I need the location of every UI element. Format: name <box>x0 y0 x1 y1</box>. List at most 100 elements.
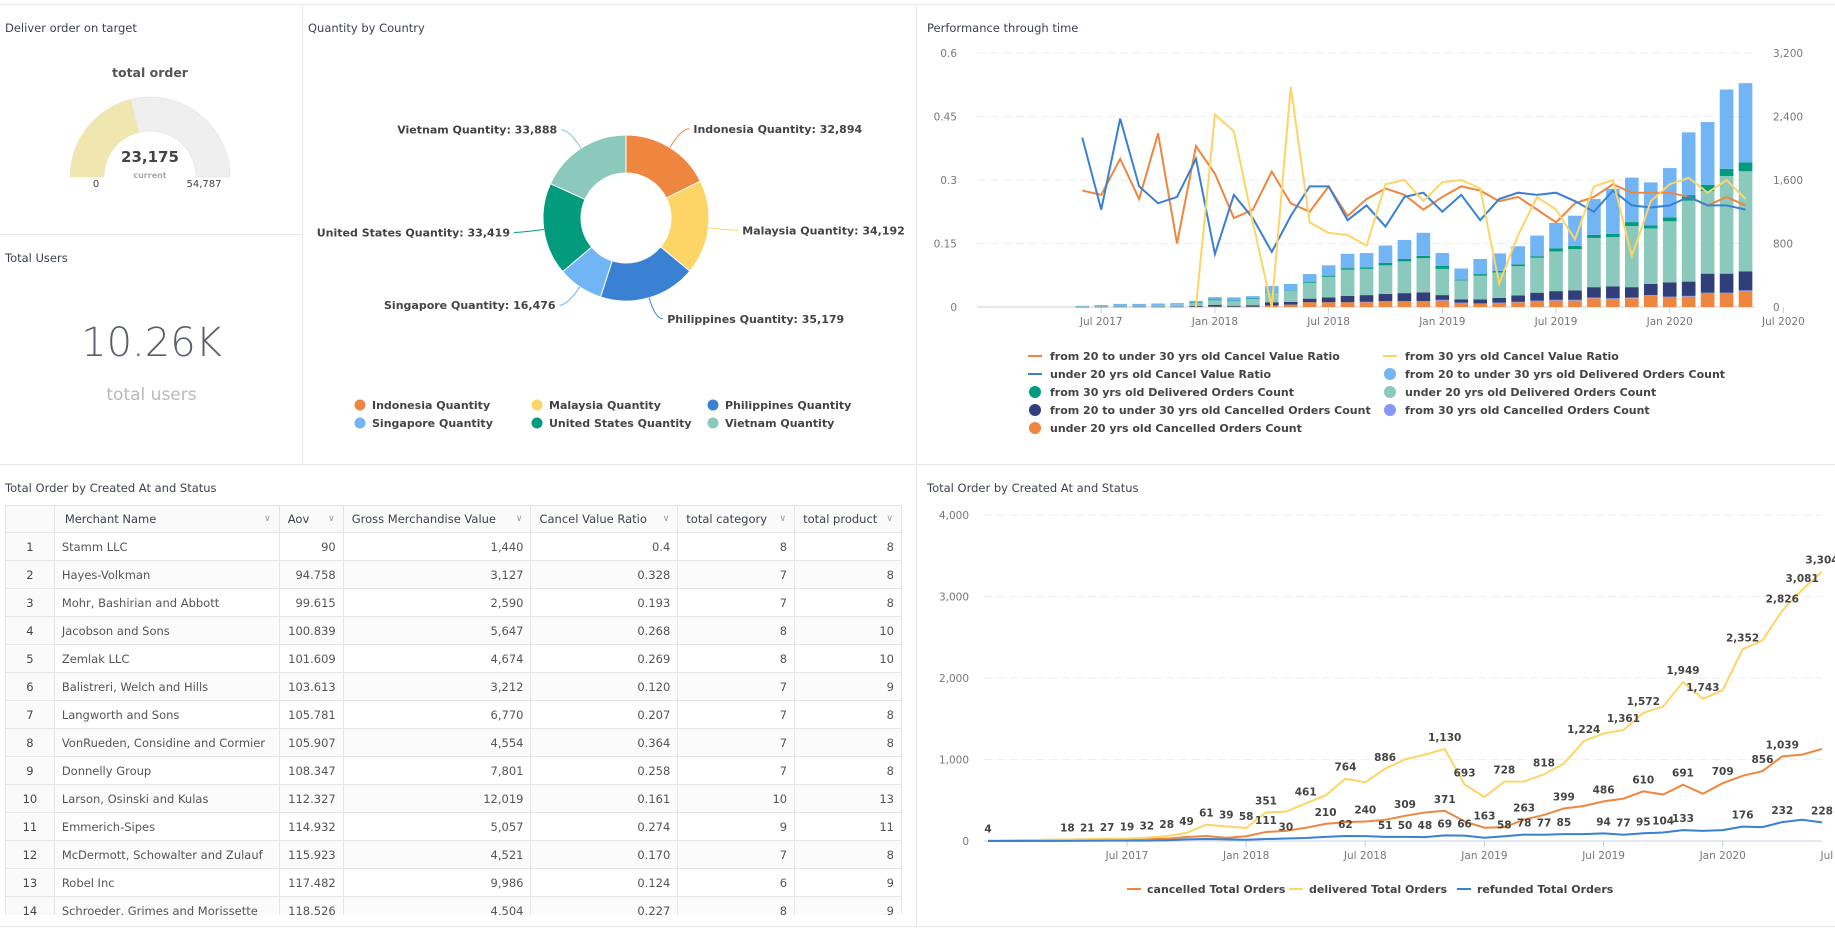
sort-chevron-icon[interactable]: ∨ <box>886 514 893 524</box>
data-label: 1,949 <box>1666 665 1699 677</box>
table-cell: 4,554 <box>342 728 532 757</box>
table-row[interactable]: 9 Donnelly Group 108.347 7,801 0.258 7 8 <box>5 756 902 785</box>
donut-data-label: Singapore Quantity: 16,476 <box>384 299 556 312</box>
sort-chevron-icon[interactable]: ∨ <box>328 514 335 524</box>
data-label: 111 <box>1255 815 1277 827</box>
table-cell: 4,674 <box>342 644 532 673</box>
bar-segment <box>1227 300 1241 302</box>
table-cell: 7 <box>677 728 796 757</box>
bar-segment <box>1606 233 1620 238</box>
table-row[interactable]: 13 Robel Inc 117.482 9,986 0.124 6 9 <box>5 868 902 897</box>
data-label: 49 <box>1179 816 1194 828</box>
bar-segment <box>1681 281 1696 296</box>
bar-segment <box>1511 266 1525 296</box>
row-index: 8 <box>5 728 55 757</box>
column-header[interactable]: Merchant Name ∨ <box>53 505 280 533</box>
column-header[interactable]: total product ∨ <box>794 505 902 533</box>
bar-segment <box>1681 200 1696 282</box>
bar-segment <box>1719 293 1734 307</box>
bar-segment <box>1435 295 1450 300</box>
data-label: 163 <box>1473 811 1495 823</box>
table-cell: 5,647 <box>342 616 532 645</box>
legend-label: Indonesia Quantity <box>372 399 490 412</box>
sort-chevron-icon[interactable]: ∨ <box>264 514 271 524</box>
table-row[interactable]: 10 Larson, Osinski and Kulas 112.327 12,019… <box>5 784 902 813</box>
bar-segment <box>1378 245 1393 263</box>
legend-label: from 30 yrs old Cancelled Orders Count <box>1405 404 1650 417</box>
bar-segment <box>1094 305 1109 306</box>
column-header[interactable]: Gross Merchandise Value ∨ <box>342 505 532 533</box>
data-label: 2,352 <box>1726 632 1759 644</box>
table-cell: Larson, Osinski and Kulas <box>53 784 280 813</box>
table-row[interactable]: 7 Langworth and Sons 105.781 6,770 0.207 7 8 <box>5 700 902 729</box>
bar-segment <box>1246 306 1260 308</box>
table-row[interactable]: 11 Emmerich-Sipes 114.932 5,057 0.274 9 11 <box>5 812 902 841</box>
table-row[interactable]: 4 Jacobson and Sons 100.839 5,647 0.268 8 10 <box>5 616 902 645</box>
gauge-sub-label: current <box>133 171 166 180</box>
column-header[interactable]: Aov ∨ <box>278 505 344 533</box>
row-index: 2 <box>5 560 55 589</box>
bar-segment <box>1511 302 1525 307</box>
bar-segment <box>1416 301 1431 302</box>
x-tick-label: Jul 2017 <box>1105 850 1149 862</box>
bar-segment <box>1700 273 1715 293</box>
table-cell: VonRueden, Considine and Cormier <box>53 728 280 757</box>
data-label: 19 <box>1120 822 1135 834</box>
data-label: 709 <box>1712 766 1734 778</box>
table-row[interactable]: 8 VonRueden, Considine and Cormier 105.907… <box>5 728 902 757</box>
total-users-panel: Total Users 10.26K total users <box>0 235 303 465</box>
data-label: 18 <box>1060 823 1075 835</box>
table-scroll-area[interactable]: Merchant Name ∨ Aov ∨ Gross Merchandise Valu… <box>5 505 902 915</box>
bar-segment <box>1397 261 1412 294</box>
table-row[interactable]: 2 Hayes-Volkman 94.758 3,127 0.328 7 8 <box>5 560 902 589</box>
legend-label: under 20 yrs old Delivered Orders Count <box>1405 386 1656 399</box>
x-tick-label: Jan 2018 <box>1191 316 1238 328</box>
x-tick-label: Jul 2020 <box>1761 316 1805 328</box>
legend-marker <box>1029 404 1041 416</box>
bar-segment <box>1473 299 1488 304</box>
bar-segment <box>1321 302 1336 307</box>
bar-segment <box>1264 292 1279 293</box>
sort-chevron-icon[interactable]: ∨ <box>663 514 670 524</box>
table-cell: Donnelly Group <box>53 756 280 785</box>
bar-segment <box>1340 295 1355 303</box>
table-cell: 8 <box>794 756 902 785</box>
row-index: 13 <box>5 868 55 897</box>
legend-label: under 20 yrs old Cancel Value Ratio <box>1050 368 1271 381</box>
bar-segment <box>1302 298 1317 303</box>
sort-chevron-icon[interactable]: ∨ <box>780 514 787 524</box>
table-row[interactable]: 5 Zemlak LLC 101.609 4,674 0.269 8 10 <box>5 644 902 673</box>
column-header[interactable]: Cancel Value Ratio ∨ <box>530 505 679 533</box>
table-cell: 2,590 <box>342 588 532 617</box>
bar-segment <box>1530 301 1544 307</box>
bar-segment <box>1416 292 1431 302</box>
table-cell: 115.923 <box>278 840 344 869</box>
bar-segment <box>1568 290 1582 300</box>
x-tick-label: Jul 2020 <box>1819 850 1835 862</box>
table-cell: 118.526 <box>278 896 344 915</box>
sort-chevron-icon[interactable]: ∨ <box>516 514 523 524</box>
table-row[interactable]: 1 Stamm LLC 90 1,440 0.4 8 8 <box>5 532 902 561</box>
column-header[interactable]: total category ∨ <box>677 505 796 533</box>
data-label: 309 <box>1394 799 1416 811</box>
table-cell: 5,057 <box>342 812 532 841</box>
bar-segment <box>1681 295 1696 297</box>
donut-connector <box>648 297 664 320</box>
table-row[interactable]: 6 Balistreri, Welch and Hills 103.613 3,212… <box>5 672 902 701</box>
bar-segment <box>1662 296 1677 298</box>
table-row[interactable]: 14 Schroeder, Grimes and Morissette 118.52… <box>5 896 902 915</box>
data-label: 21 <box>1080 822 1095 834</box>
table-row[interactable]: 12 McDermott, Schowalter and Zulauf 115.92… <box>5 840 902 869</box>
table-cell: 8 <box>677 644 796 673</box>
bar-segment <box>1075 305 1090 307</box>
table-row[interactable]: 3 Mohr, Bashirian and Abbott 99.615 2,590 0.… <box>5 588 902 617</box>
data-label: 1,224 <box>1567 724 1600 736</box>
legend-marker <box>354 399 366 411</box>
bar-segment <box>1151 306 1165 308</box>
y-left-tick-label: 0 <box>950 302 957 314</box>
bar-segment <box>1530 256 1544 258</box>
legend-marker <box>1029 386 1041 398</box>
table-cell: 8 <box>794 840 902 869</box>
data-label: 764 <box>1334 762 1356 774</box>
data-label: 77 <box>1616 818 1631 830</box>
